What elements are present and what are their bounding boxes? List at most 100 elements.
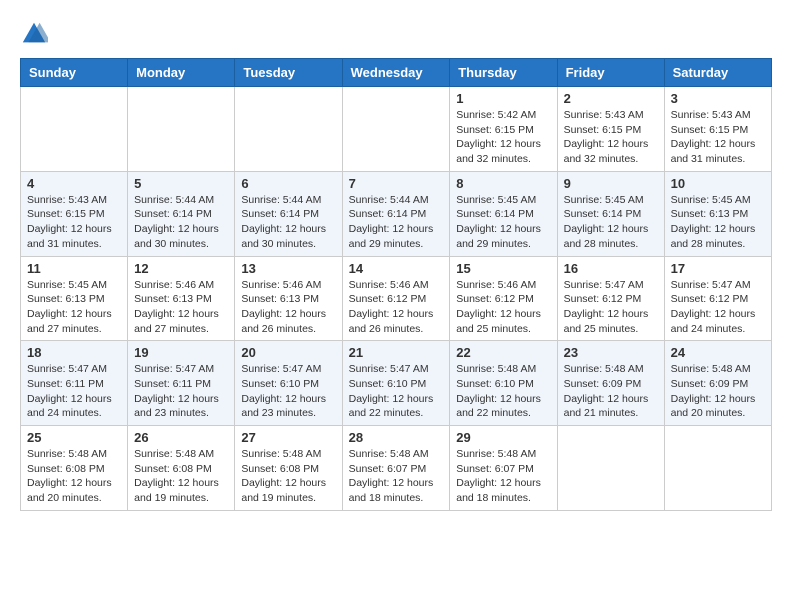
day-header-saturday: Saturday	[664, 59, 771, 87]
day-number: 1	[456, 91, 550, 106]
day-info: Sunrise: 5:47 AM Sunset: 6:12 PM Dayligh…	[564, 278, 658, 337]
day-info: Sunrise: 5:45 AM Sunset: 6:13 PM Dayligh…	[27, 278, 121, 337]
calendar-cell: 22Sunrise: 5:48 AM Sunset: 6:10 PM Dayli…	[450, 341, 557, 426]
day-number: 6	[241, 176, 335, 191]
calendar-cell: 10 Sunrise: 5:45 AM Sunset: 6:13 PM Dayli…	[664, 171, 771, 256]
day-number: 21	[349, 345, 444, 360]
day-number: 29	[456, 430, 550, 445]
calendar-cell: 16 Sunrise: 5:47 AM Sunset: 6:12 PM Dayli…	[557, 256, 664, 341]
header	[20, 20, 772, 48]
calendar-cell: 26 Sunrise: 5:48 AM Sunset: 6:08 PM Dayli…	[128, 426, 235, 511]
day-number: 15	[456, 261, 550, 276]
day-info: Sunrise: 5:48 AM Sunset: 6:07 PM Dayligh…	[456, 447, 550, 506]
calendar-cell: 14 Sunrise: 5:46 AM Sunset: 6:12 PM Dayli…	[342, 256, 450, 341]
day-info: Sunrise: 5:46 AM Sunset: 6:13 PM Dayligh…	[241, 278, 335, 337]
day-info: Sunrise: 5:44 AM Sunset: 6:14 PM Dayligh…	[349, 193, 444, 252]
day-info: Sunrise: 5:47 AM Sunset: 6:10 PM Dayligh…	[349, 362, 444, 421]
day-number: 20	[241, 345, 335, 360]
calendar-cell	[342, 87, 450, 172]
calendar-cell: 19Sunrise: 5:47 AM Sunset: 6:11 PM Dayli…	[128, 341, 235, 426]
day-number: 7	[349, 176, 444, 191]
day-info: Sunrise: 5:43 AM Sunset: 6:15 PM Dayligh…	[564, 108, 658, 167]
calendar-cell	[235, 87, 342, 172]
day-number: 11	[27, 261, 121, 276]
day-info: Sunrise: 5:46 AM Sunset: 6:13 PM Dayligh…	[134, 278, 228, 337]
calendar-week-row: 4 Sunrise: 5:43 AM Sunset: 6:15 PM Daylig…	[21, 171, 772, 256]
day-info: Sunrise: 5:45 AM Sunset: 6:14 PM Dayligh…	[564, 193, 658, 252]
day-info: Sunrise: 5:46 AM Sunset: 6:12 PM Dayligh…	[349, 278, 444, 337]
calendar-week-row: 11 Sunrise: 5:45 AM Sunset: 6:13 PM Dayli…	[21, 256, 772, 341]
day-number: 24	[671, 345, 765, 360]
day-number: 12	[134, 261, 228, 276]
day-info: Sunrise: 5:48 AM Sunset: 6:07 PM Dayligh…	[349, 447, 444, 506]
calendar-cell: 24 Sunrise: 5:48 AM Sunset: 6:09 PM Dayli…	[664, 341, 771, 426]
day-info: Sunrise: 5:43 AM Sunset: 6:15 PM Dayligh…	[671, 108, 765, 167]
calendar-cell: 29 Sunrise: 5:48 AM Sunset: 6:07 PM Dayli…	[450, 426, 557, 511]
day-info: Sunrise: 5:48 AM Sunset: 6:09 PM Dayligh…	[564, 362, 658, 421]
day-number: 26	[134, 430, 228, 445]
calendar-cell	[128, 87, 235, 172]
calendar-cell: 18 Sunrise: 5:47 AM Sunset: 6:11 PM Dayli…	[21, 341, 128, 426]
day-number: 25	[27, 430, 121, 445]
calendar-cell: 17 Sunrise: 5:47 AM Sunset: 6:12 PM Dayli…	[664, 256, 771, 341]
day-number: 19	[134, 345, 228, 360]
day-info: Sunrise: 5:44 AM Sunset: 6:14 PM Dayligh…	[241, 193, 335, 252]
day-info: Sunrise: 5:45 AM Sunset: 6:13 PM Dayligh…	[671, 193, 765, 252]
day-info: Sunrise: 5:47 AM Sunset: 6:12 PM Dayligh…	[671, 278, 765, 337]
day-number: 10	[671, 176, 765, 191]
calendar-cell: 11 Sunrise: 5:45 AM Sunset: 6:13 PM Dayli…	[21, 256, 128, 341]
calendar: SundayMondayTuesdayWednesdayThursdayFrid…	[20, 58, 772, 511]
day-number: 17	[671, 261, 765, 276]
day-number: 13	[241, 261, 335, 276]
day-header-thursday: Thursday	[450, 59, 557, 87]
day-number: 9	[564, 176, 658, 191]
day-number: 27	[241, 430, 335, 445]
day-info: Sunrise: 5:48 AM Sunset: 6:08 PM Dayligh…	[241, 447, 335, 506]
day-number: 8	[456, 176, 550, 191]
calendar-cell: 12 Sunrise: 5:46 AM Sunset: 6:13 PM Dayli…	[128, 256, 235, 341]
calendar-cell: 13 Sunrise: 5:46 AM Sunset: 6:13 PM Dayli…	[235, 256, 342, 341]
day-header-wednesday: Wednesday	[342, 59, 450, 87]
calendar-cell	[557, 426, 664, 511]
calendar-week-row: 25 Sunrise: 5:48 AM Sunset: 6:08 PM Dayli…	[21, 426, 772, 511]
day-number: 16	[564, 261, 658, 276]
day-info: Sunrise: 5:43 AM Sunset: 6:15 PM Dayligh…	[27, 193, 121, 252]
calendar-cell: 20 Sunrise: 5:47 AM Sunset: 6:10 PM Dayli…	[235, 341, 342, 426]
calendar-cell: 21 Sunrise: 5:47 AM Sunset: 6:10 PM Dayli…	[342, 341, 450, 426]
day-header-monday: Monday	[128, 59, 235, 87]
day-number: 18	[27, 345, 121, 360]
day-number: 5	[134, 176, 228, 191]
day-info: Sunrise: 5:48 AM Sunset: 6:08 PM Dayligh…	[134, 447, 228, 506]
day-number: 28	[349, 430, 444, 445]
calendar-cell: 9 Sunrise: 5:45 AM Sunset: 6:14 PM Daylig…	[557, 171, 664, 256]
calendar-cell	[664, 426, 771, 511]
day-header-sunday: Sunday	[21, 59, 128, 87]
calendar-cell: 1Sunrise: 5:42 AM Sunset: 6:15 PM Daylig…	[450, 87, 557, 172]
calendar-cell: 3 Sunrise: 5:43 AM Sunset: 6:15 PM Daylig…	[664, 87, 771, 172]
day-number: 23	[564, 345, 658, 360]
day-number: 4	[27, 176, 121, 191]
day-number: 2	[564, 91, 658, 106]
calendar-cell	[21, 87, 128, 172]
logo	[20, 20, 52, 48]
calendar-cell: 7 Sunrise: 5:44 AM Sunset: 6:14 PM Daylig…	[342, 171, 450, 256]
day-info: Sunrise: 5:47 AM Sunset: 6:10 PM Dayligh…	[241, 362, 335, 421]
day-header-friday: Friday	[557, 59, 664, 87]
calendar-header-row: SundayMondayTuesdayWednesdayThursdayFrid…	[21, 59, 772, 87]
calendar-cell: 6 Sunrise: 5:44 AM Sunset: 6:14 PM Daylig…	[235, 171, 342, 256]
calendar-cell: 27 Sunrise: 5:48 AM Sunset: 6:08 PM Dayli…	[235, 426, 342, 511]
day-info: Sunrise: 5:48 AM Sunset: 6:09 PM Dayligh…	[671, 362, 765, 421]
day-number: 3	[671, 91, 765, 106]
day-header-tuesday: Tuesday	[235, 59, 342, 87]
logo-icon	[20, 20, 48, 48]
calendar-cell: 4 Sunrise: 5:43 AM Sunset: 6:15 PM Daylig…	[21, 171, 128, 256]
day-info: Sunrise: 5:48 AM Sunset: 6:10 PM Dayligh…	[456, 362, 550, 421]
calendar-week-row: 18 Sunrise: 5:47 AM Sunset: 6:11 PM Dayli…	[21, 341, 772, 426]
calendar-week-row: 1Sunrise: 5:42 AM Sunset: 6:15 PM Daylig…	[21, 87, 772, 172]
calendar-cell: 2 Sunrise: 5:43 AM Sunset: 6:15 PM Daylig…	[557, 87, 664, 172]
calendar-cell: 25Sunrise: 5:48 AM Sunset: 6:08 PM Dayli…	[21, 426, 128, 511]
day-info: Sunrise: 5:46 AM Sunset: 6:12 PM Dayligh…	[456, 278, 550, 337]
day-info: Sunrise: 5:47 AM Sunset: 6:11 PM Dayligh…	[27, 362, 121, 421]
day-info: Sunrise: 5:44 AM Sunset: 6:14 PM Dayligh…	[134, 193, 228, 252]
day-number: 14	[349, 261, 444, 276]
